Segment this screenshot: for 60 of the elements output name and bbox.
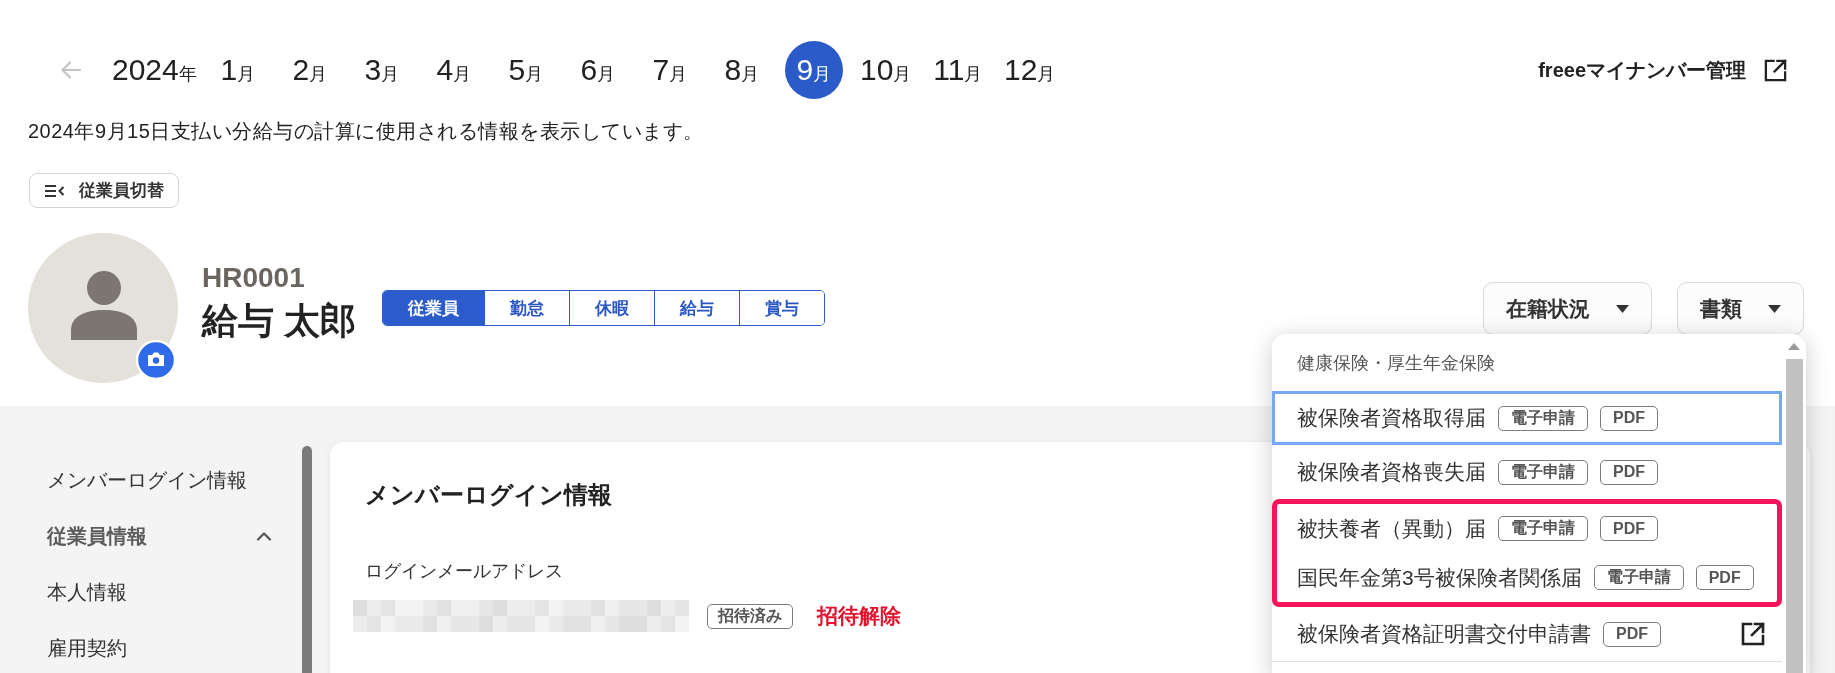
list-arrow-icon [44,183,65,198]
format-button[interactable]: 電子申請 [1498,516,1588,541]
menu-item[interactable]: 被保険者資格取得届 電子申請 PDF [1272,391,1782,445]
month-tab[interactable]: 7月 [640,41,699,99]
sidebar-item[interactable]: 本人情報 [47,564,272,620]
month-tab[interactable]: 10月 [856,41,915,99]
card-title: メンバーログイン情報 [365,480,612,510]
caret-down-icon [1616,304,1629,313]
caret-down-icon [1768,304,1781,313]
document-name: 被保険者資格証明書交付申請書 [1297,621,1591,647]
cancel-invitation-link[interactable]: 招待解除 [817,602,901,630]
employee-id: HR0001 [202,262,305,294]
sidebar-group-header[interactable]: 従業員情報 [47,508,272,564]
format-button[interactable]: 電子申請 [1498,405,1588,431]
month-tab[interactable]: 9月 [784,41,843,99]
tab[interactable]: 従業員 [383,291,484,325]
dropdown-button[interactable]: 在籍状況 [1483,282,1652,335]
year-label: 2024年 [112,53,197,87]
document-name: 被保険者資格喪失届 [1297,459,1486,485]
month-tab[interactable]: 5月 [496,41,555,99]
month-tab[interactable]: 12月 [1000,41,1059,99]
menu-item[interactable]: 被保険者資格証明書交付申請書 PDF [1272,607,1782,661]
month-tab[interactable]: 11月 [928,41,987,99]
menu-section-title: 健康保険・厚生年金保険 [1296,351,1496,375]
document-name: 国民年金第3号被保険者関係届 [1297,564,1582,591]
month-tab[interactable]: 2月 [280,41,339,99]
avatar-icon [28,233,178,383]
month-tab[interactable]: 4月 [424,41,483,99]
menu-item[interactable]: 国民年金第3号被保険者関係届 電子申請 PDF [1277,553,1777,602]
format-button[interactable]: PDF [1600,516,1658,541]
info-text: 2024年9月15日支払い分給与の計算に使用される情報を表示しています。 [28,119,704,143]
status-tag: 招待済み [707,603,793,629]
employee-name: 給与 太郎 [202,299,356,343]
format-button[interactable]: PDF [1600,459,1658,485]
external-link[interactable]: freeeマイナンバー管理 [1538,56,1788,84]
format-button[interactable]: PDF [1695,565,1754,590]
scrollbar-thumb[interactable] [302,446,312,673]
document-name: 被扶養者（異動）届 [1297,515,1486,542]
month-tab[interactable]: 3月 [352,41,411,99]
menu-item[interactable]: 被保険者資格喪失届 電子申請 PDF [1272,445,1782,499]
external-link-icon[interactable] [1740,621,1766,647]
month-tab[interactable]: 1月 [208,41,267,99]
switch-employee-button[interactable]: 従業員切替 [29,173,179,208]
month-tab[interactable]: 8月 [712,41,771,99]
tab[interactable]: 賞与 [739,291,824,325]
camera-icon[interactable] [136,340,176,380]
dropdown-button[interactable]: 書類 [1677,282,1804,335]
scrollbar-thumb[interactable] [1785,359,1803,673]
external-link-icon [1763,57,1788,83]
scroll-up-arrow-icon[interactable] [1788,343,1800,350]
document-name: 被保険者資格取得届 [1297,405,1486,431]
format-button[interactable]: 電子申請 [1498,459,1588,485]
format-button[interactable]: PDF [1600,405,1658,431]
format-button[interactable]: 電子申請 [1593,565,1684,590]
menu-item[interactable]: 被扶養者（異動）届 電子申請 PDF [1277,504,1777,553]
format-button[interactable]: PDF [1603,621,1661,647]
sidebar-item[interactable]: 雇用契約 [47,620,272,673]
field-label: ログインメールアドレス [365,560,563,583]
sidebar-item[interactable]: メンバーログイン情報 [47,452,272,508]
month-tab[interactable]: 6月 [568,41,627,99]
